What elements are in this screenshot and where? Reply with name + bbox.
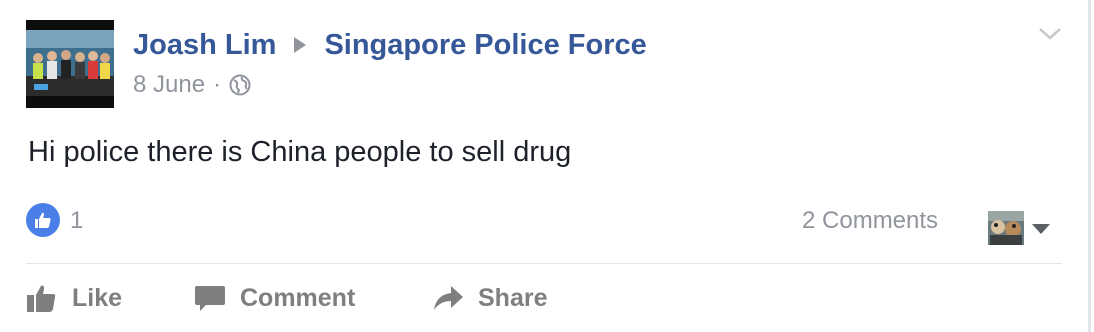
share-button[interactable]: Share xyxy=(432,278,547,318)
like-button-label: Like xyxy=(72,283,123,312)
post-header-names: Joash Lim Singapore Police Force xyxy=(133,25,647,65)
post-card: Joash Lim Singapore Police Force 8 June … xyxy=(0,0,1091,332)
arrow-right-icon xyxy=(294,37,307,53)
meta-separator: · xyxy=(213,71,222,98)
author-avatar[interactable] xyxy=(26,20,114,108)
target-page-link[interactable]: Singapore Police Force xyxy=(324,29,646,62)
comment-bubble-icon xyxy=(195,286,225,311)
comment-button-label: Comment xyxy=(240,283,356,312)
comments-count-link[interactable]: 2 Comments xyxy=(802,207,938,235)
chevron-down-icon[interactable] xyxy=(1036,24,1064,44)
globe-icon[interactable] xyxy=(229,74,251,96)
caret-down-icon[interactable] xyxy=(1032,224,1050,234)
commenter-avatar[interactable] xyxy=(988,211,1024,245)
post-body-text: Hi police there is China people to sell … xyxy=(28,136,572,168)
thumbs-up-icon xyxy=(27,285,56,312)
like-button[interactable]: Like xyxy=(26,278,122,318)
comment-button[interactable]: Comment xyxy=(194,278,355,318)
post-meta: 8 June · xyxy=(133,70,251,100)
like-reaction-icon[interactable] xyxy=(26,203,60,237)
author-name-link[interactable]: Joash Lim xyxy=(133,29,276,62)
like-count[interactable]: 1 xyxy=(70,207,83,235)
share-arrow-icon xyxy=(434,286,463,310)
post-date-link[interactable]: 8 June xyxy=(133,71,205,99)
share-button-label: Share xyxy=(478,283,548,312)
divider xyxy=(26,263,1062,264)
